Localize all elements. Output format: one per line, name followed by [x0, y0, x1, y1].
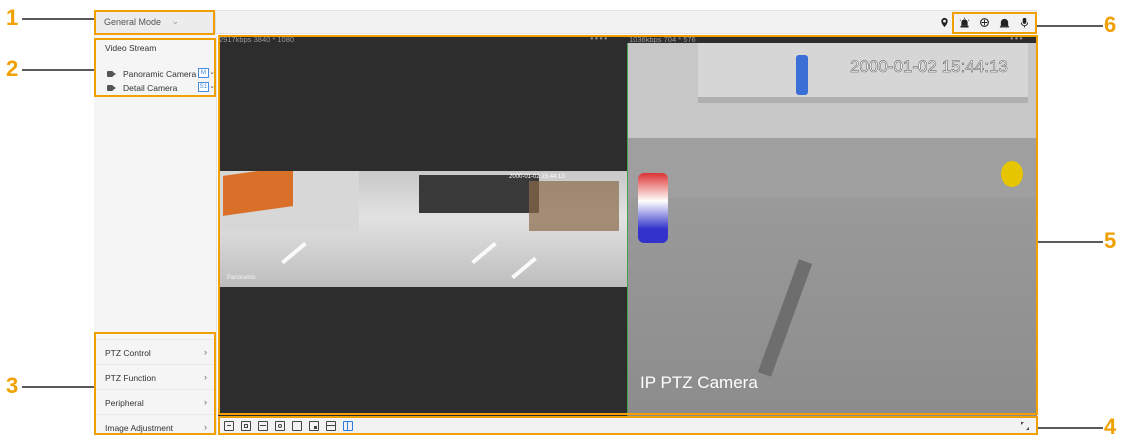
callout-6: 6 [1104, 12, 1117, 37]
panoramic-stream-status: 2917kbps 3840 * 1080 [219, 35, 295, 44]
pip-view-icon[interactable] [309, 421, 319, 431]
camera-item-panoramic[interactable]: Panoramic Camera M ⌄ [107, 68, 217, 79]
camera-label: Detail Camera [123, 83, 178, 93]
detail-timestamp: 2000-01-02 15:44:13 [850, 57, 1008, 77]
siren-icon[interactable] [998, 15, 1010, 29]
detail-status-icons: ●●● [1010, 36, 1024, 42]
split-view-icon[interactable] [343, 421, 353, 431]
menu-item-ptz-function[interactable]: PTZ Function › [94, 364, 216, 388]
chevron-down-icon: ⌄ [171, 16, 179, 26]
detail-overlay-label: IP PTZ Camera [640, 373, 758, 392]
top-toolbar: General Mode ⌄ [94, 10, 1037, 34]
menu-item-label: PTZ Function [105, 373, 157, 383]
panoramic-status-icons: ●●●● [590, 36, 609, 42]
menu-item-peripheral[interactable]: Peripheral › [94, 389, 216, 413]
chevron-down-icon[interactable]: ⌄ [209, 82, 215, 90]
chevron-right-icon: › [204, 372, 207, 382]
alarm-light-icon[interactable] [958, 15, 970, 29]
callout-5-line [1037, 241, 1103, 243]
microphone-icon[interactable] [1018, 15, 1030, 29]
two-row-view-icon[interactable] [326, 421, 336, 431]
callout-2-line [22, 69, 94, 71]
callout-6-line [1037, 25, 1103, 27]
menu-item-label: Image Adjustment [105, 423, 174, 433]
face-detect-icon[interactable] [275, 421, 285, 431]
video-scene-light [471, 241, 497, 265]
video-scene-bottle [796, 55, 808, 95]
camera-icon [107, 85, 116, 91]
fullscreen-icon[interactable] [1021, 422, 1029, 430]
zoom-icon[interactable] [241, 421, 251, 431]
menu-item-image-adjustment[interactable]: Image Adjustment › [94, 414, 216, 435]
camera-item-detail[interactable]: Detail Camera S1 ⌄ [107, 82, 217, 93]
detail-video-frame[interactable]: 2000-01-02 15:44:13 IP PTZ Camera [627, 43, 1037, 417]
video-scene-light [511, 256, 537, 280]
mode-select[interactable]: General Mode ⌄ [96, 12, 216, 33]
callout-5: 5 [1104, 228, 1117, 253]
stream-badge[interactable]: S1 [198, 82, 209, 92]
callout-4: 4 [1104, 414, 1117, 435]
chevron-down-icon[interactable]: ⌄ [209, 68, 215, 76]
stream-badge[interactable]: M [198, 68, 209, 78]
original-size-icon[interactable] [224, 421, 234, 431]
bottom-toolbar [218, 417, 1037, 435]
chevron-right-icon: › [204, 422, 207, 432]
video-scene-toy [638, 173, 668, 243]
draw-rule-icon[interactable] [258, 421, 268, 431]
chevron-right-icon: › [204, 397, 207, 407]
menu-item-ptz-control[interactable]: PTZ Control › [94, 339, 216, 363]
live-video-area[interactable]: 2917kbps 3840 * 1080 ●●●● 2000-01-02 15:… [218, 35, 1037, 417]
left-panel: Video Stream Panoramic Camera M ⌄ Detail… [94, 35, 217, 435]
video-scene-items [529, 181, 619, 231]
video-scene-shelf [419, 175, 539, 213]
panoramic-timestamp: 2000-01-02 15:44:13 [509, 174, 565, 180]
camera-icon [107, 71, 116, 77]
callout-3-line [22, 386, 94, 388]
mode-select-label: General Mode [104, 17, 162, 27]
callout-4-line [1037, 427, 1103, 429]
callout-1-line [22, 18, 94, 20]
camera-label: Panoramic Camera [123, 69, 197, 79]
top-icon-group [938, 15, 1030, 29]
video-scene-counter [628, 138, 1037, 198]
chevron-right-icon: › [204, 347, 207, 357]
video-scene-light [281, 241, 307, 265]
callout-1: 1 [6, 5, 19, 30]
bottom-icon-group [224, 421, 353, 431]
panoramic-video-frame[interactable]: 2000-01-02 15:44:13 Panoramic [219, 171, 627, 287]
single-view-icon[interactable] [292, 421, 302, 431]
callout-2: 2 [6, 56, 19, 81]
menu-item-label: Peripheral [105, 398, 144, 408]
location-icon[interactable] [938, 15, 950, 29]
video-stream-title: Video Stream [105, 43, 157, 53]
ptz-rotate-icon[interactable] [978, 15, 990, 29]
callout-3: 3 [6, 373, 19, 398]
menu-item-label: PTZ Control [105, 348, 151, 358]
panoramic-overlay-label: Panoramic [227, 275, 256, 281]
video-scene-ball [1001, 161, 1023, 187]
